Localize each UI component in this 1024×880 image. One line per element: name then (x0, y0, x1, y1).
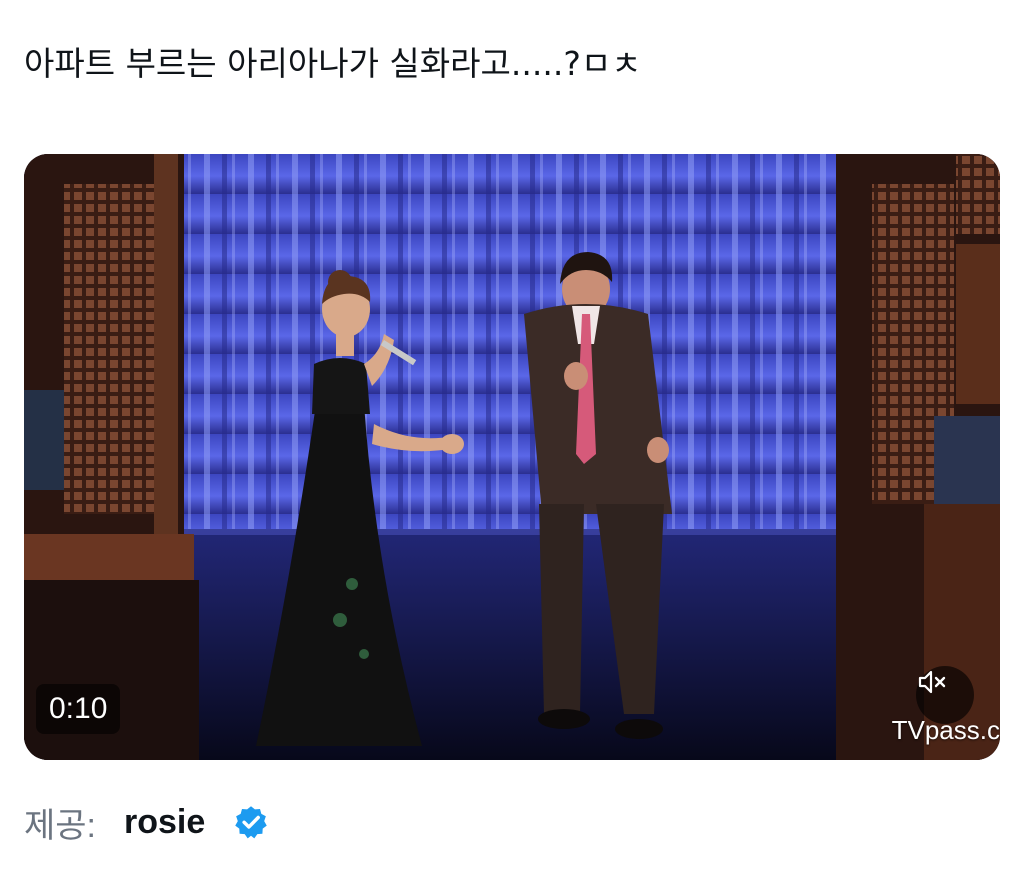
credit-username[interactable]: rosie (124, 803, 205, 842)
video-player[interactable]: 0:10 TVpass.c (24, 154, 1000, 760)
video-timestamp: 0:10 (36, 684, 121, 734)
post-text: 아파트 부르는 아리아나가 실화라고.....?ㅁㅊ (24, 44, 642, 83)
credit-row: 제공: rosie (24, 798, 269, 846)
video-frame (24, 154, 1000, 760)
speaker-muted-icon (918, 670, 946, 694)
credit-label: 제공: (24, 806, 97, 845)
video-watermark: TVpass.c (891, 715, 1000, 745)
verified-badge-icon (233, 804, 269, 840)
